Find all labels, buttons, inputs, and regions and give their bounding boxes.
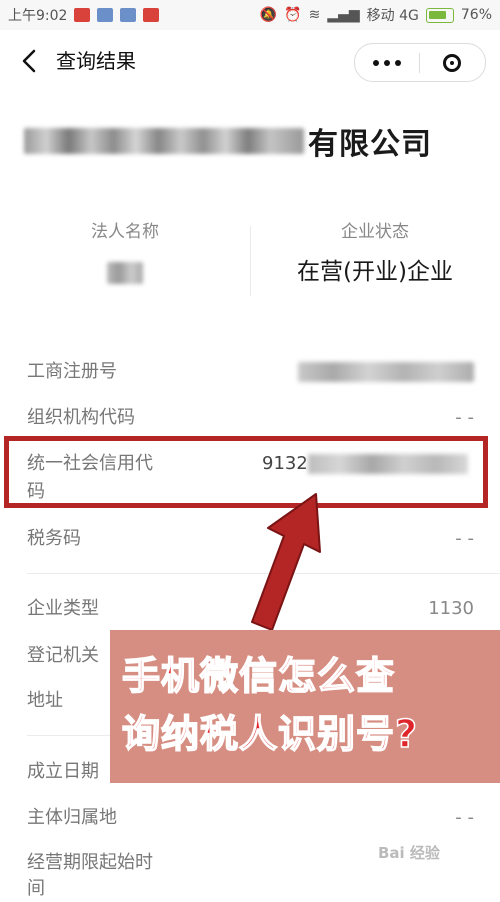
page-title: 查询结果 [56,49,136,73]
status-column: 企业状态 在营(开业)企业 [250,220,500,292]
ent-type-label: 企业类型 [27,598,99,619]
back-arrow-icon[interactable] [18,48,42,74]
nav-bar: 查询结果 [0,30,500,92]
redacted-reg-no [298,362,474,382]
company-name-suffix: 有限公司 [308,127,432,162]
reg-no-label: 工商注册号 [27,361,117,382]
founded-label: 成立日期 [27,761,99,782]
org-code-value: - - [455,407,474,428]
reg-no-value [298,359,474,385]
legal-rep-value [0,252,250,292]
target-icon [443,53,461,72]
more-button[interactable] [355,44,419,81]
reg-authority-label: 登记机关 [27,645,99,666]
status-time: 上午9:02 [8,8,68,24]
battery-icon [425,7,454,23]
signal-icon: ▂▄▆ [327,7,360,23]
status-label: 企业状态 [341,222,409,242]
annotation-arrow-icon [251,493,321,631]
legal-rep-label: 法人名称 [91,222,159,242]
mini-program-capsule [354,43,486,82]
jurisdiction-label: 主体归属地 [27,807,117,828]
legal-rep-column: 法人名称 [0,220,250,292]
mute-icon: 🔕 [259,7,278,23]
tax-code-value: - - [455,528,474,549]
status-value: 在营(开业)企业 [297,259,453,285]
jurisdiction-value: - - [455,807,474,828]
notification-icon [143,8,160,22]
ent-type-value: 1130 [428,598,474,619]
more-dots-icon [373,59,401,66]
watermark: Bai 经验 [378,844,440,862]
alarm-icon: ⏰ [284,7,302,23]
close-mini-program-button[interactable] [420,44,484,81]
org-code-label: 组织机构代码 [27,407,135,428]
term-start-label-cont: 间 [27,878,45,899]
caption-overlay: 手机微信怎么查 询纳税人识别号? [110,630,500,783]
wifi-icon: ≋ [308,7,321,23]
status-bar: 上午9:02 🔕 ⏰ ≋ ▂▄▆ 移动 4G 76% [0,0,500,30]
caption-line-1: 手机微信怎么查 [121,653,396,699]
battery-percent: 76% [460,7,492,23]
caption-line-2: 询纳税人识别号? [121,711,419,757]
company-name: 有限公司 [24,120,484,162]
tax-code-label: 税务码 [27,528,81,549]
company-summary: 法人名称 企业状态 在营(开业)企业 [0,220,500,310]
carrier-label: 移动 4G [366,8,419,24]
notification-icon [97,8,114,22]
redacted-company-name [24,128,304,154]
address-label: 地址 [27,690,63,711]
notification-icon [120,8,137,22]
redacted-legal-rep [107,261,143,284]
notification-icon [74,8,91,22]
term-start-label: 经营期限起始时 [27,852,153,873]
